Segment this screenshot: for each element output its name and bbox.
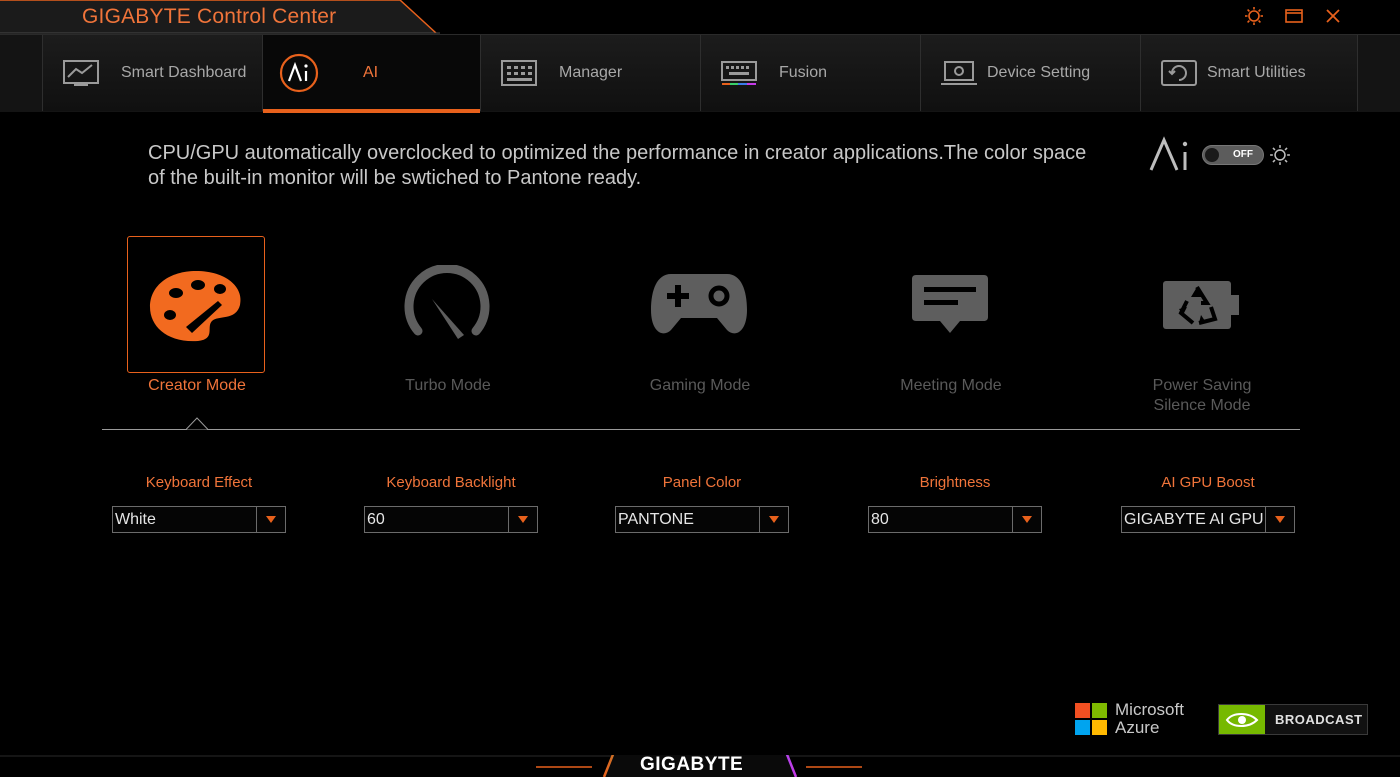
nvidia-eye-icon (1219, 705, 1265, 734)
dropdown-arrow-icon[interactable] (256, 507, 285, 532)
dropdown-arrow-icon[interactable] (1012, 507, 1041, 532)
tab-label: Manager (559, 64, 623, 81)
brightness-select[interactable]: 80 (868, 506, 1042, 533)
ai-settings-button[interactable] (1269, 144, 1291, 171)
gigabyte-brand-logo: GIGABYTE (640, 754, 744, 775)
refresh-box-icon (1159, 58, 1199, 88)
nvidia-broadcast-badge: BROADCAST (1218, 704, 1368, 735)
close-icon (1326, 9, 1340, 23)
tab-ai[interactable]: AI (262, 35, 480, 113)
tab-smart-utilities[interactable]: Smart Utilities (1140, 35, 1358, 111)
tab-fusion[interactable]: Fusion (700, 35, 920, 111)
title-bar: GIGABYTE Control Center (0, 0, 1400, 34)
dropdown-arrow-icon[interactable] (508, 507, 537, 532)
setting-label: AI GPU Boost (1161, 474, 1255, 491)
microsoft-logo-icon (1075, 703, 1107, 735)
mode-label: Gaming Mode (649, 377, 751, 394)
mode-power-saving[interactable]: Power Saving Silence Mode (1132, 236, 1272, 426)
tab-smart-dashboard[interactable]: Smart Dashboard (42, 35, 262, 111)
selected-mode-pointer (186, 417, 208, 430)
keyboard-rgb-icon (719, 58, 759, 88)
battery-recycle-icon (1132, 236, 1270, 373)
mode-label: Turbo Mode (405, 377, 491, 394)
toggle-state-label: OFF (1233, 149, 1253, 160)
setting-brightness: Brightness 80 (868, 474, 1042, 533)
ai-logo-icon (1148, 136, 1194, 177)
gamepad-icon (630, 236, 768, 373)
sun-gear-icon (1270, 145, 1290, 165)
setting-label: Brightness (919, 474, 991, 491)
keyboard-effect-select[interactable]: White (112, 506, 286, 533)
mode-description: CPU/GPU automatically overclocked to opt… (148, 142, 1087, 189)
tab-label: Fusion (779, 64, 828, 81)
setting-keyboard-backlight: Keyboard Backlight 60 (364, 474, 538, 533)
setting-keyboard-effect: Keyboard Effect White (112, 474, 286, 533)
mode-label: Power Saving Silence Mode (1152, 377, 1252, 414)
chat-bubble-icon (881, 236, 1019, 373)
ai-circle-icon (279, 53, 319, 93)
main-tab-bar: Smart Dashboard AI Manager Fusion Device… (0, 34, 1400, 113)
azure-text: Azure (1115, 718, 1160, 737)
tab-label: Smart Utilities (1207, 64, 1306, 81)
restore-window-icon (1285, 9, 1303, 23)
palette-icon (127, 236, 265, 373)
dropdown-arrow-icon[interactable] (759, 507, 788, 532)
select-value: White (115, 511, 156, 528)
mode-creator[interactable]: Creator Mode (127, 236, 267, 426)
setting-ai-gpu-boost: AI GPU Boost GIGABYTE AI GPU (1121, 474, 1295, 533)
tab-manager[interactable]: Manager (480, 35, 700, 111)
dropdown-arrow-icon[interactable] (1265, 507, 1294, 532)
mode-label: Meeting Mode (900, 377, 1002, 394)
dashboard-icon (61, 58, 101, 88)
speedometer-icon (378, 236, 516, 373)
tab-label: Device Setting (987, 64, 1091, 81)
mode-separator (102, 429, 1300, 430)
mode-gaming[interactable]: Gaming Mode (630, 236, 770, 426)
restore-window-button[interactable] (1281, 5, 1307, 27)
ai-toggle-switch[interactable]: OFF (1202, 145, 1264, 165)
mode-turbo[interactable]: Turbo Mode (378, 236, 518, 426)
mode-label: Creator Mode (148, 377, 246, 394)
setting-panel-color: Panel Color PANTONE (615, 474, 789, 533)
select-value: PANTONE (618, 511, 694, 528)
microsoft-text: Microsoft (1115, 700, 1184, 719)
laptop-gear-icon (939, 58, 979, 88)
select-value: 80 (871, 511, 889, 528)
mode-meeting[interactable]: Meeting Mode (881, 236, 1021, 426)
tab-label: Smart Dashboard (121, 64, 247, 81)
ai-gpu-boost-select[interactable]: GIGABYTE AI GPU (1121, 506, 1295, 533)
setting-label: Keyboard Backlight (386, 474, 516, 491)
panel-color-select[interactable]: PANTONE (615, 506, 789, 533)
select-value: GIGABYTE AI GPU (1124, 511, 1264, 528)
close-window-button[interactable] (1320, 5, 1346, 27)
setting-label: Keyboard Effect (145, 474, 253, 491)
microsoft-azure-label: Microsoft Azure (1115, 701, 1184, 737)
keyboard-backlight-select[interactable]: 60 (364, 506, 538, 533)
toggle-knob (1205, 148, 1219, 162)
window-title: GIGABYTE Control Center (82, 5, 337, 28)
settings-window-button[interactable] (1241, 5, 1267, 27)
manager-grid-icon (499, 58, 539, 88)
setting-label: Panel Color (662, 474, 742, 491)
tab-device-setting[interactable]: Device Setting (920, 35, 1140, 111)
select-value: 60 (367, 511, 385, 528)
broadcast-label: BROADCAST (1275, 712, 1363, 727)
tab-label: AI (363, 64, 379, 81)
sun-gear-icon (1245, 7, 1263, 25)
